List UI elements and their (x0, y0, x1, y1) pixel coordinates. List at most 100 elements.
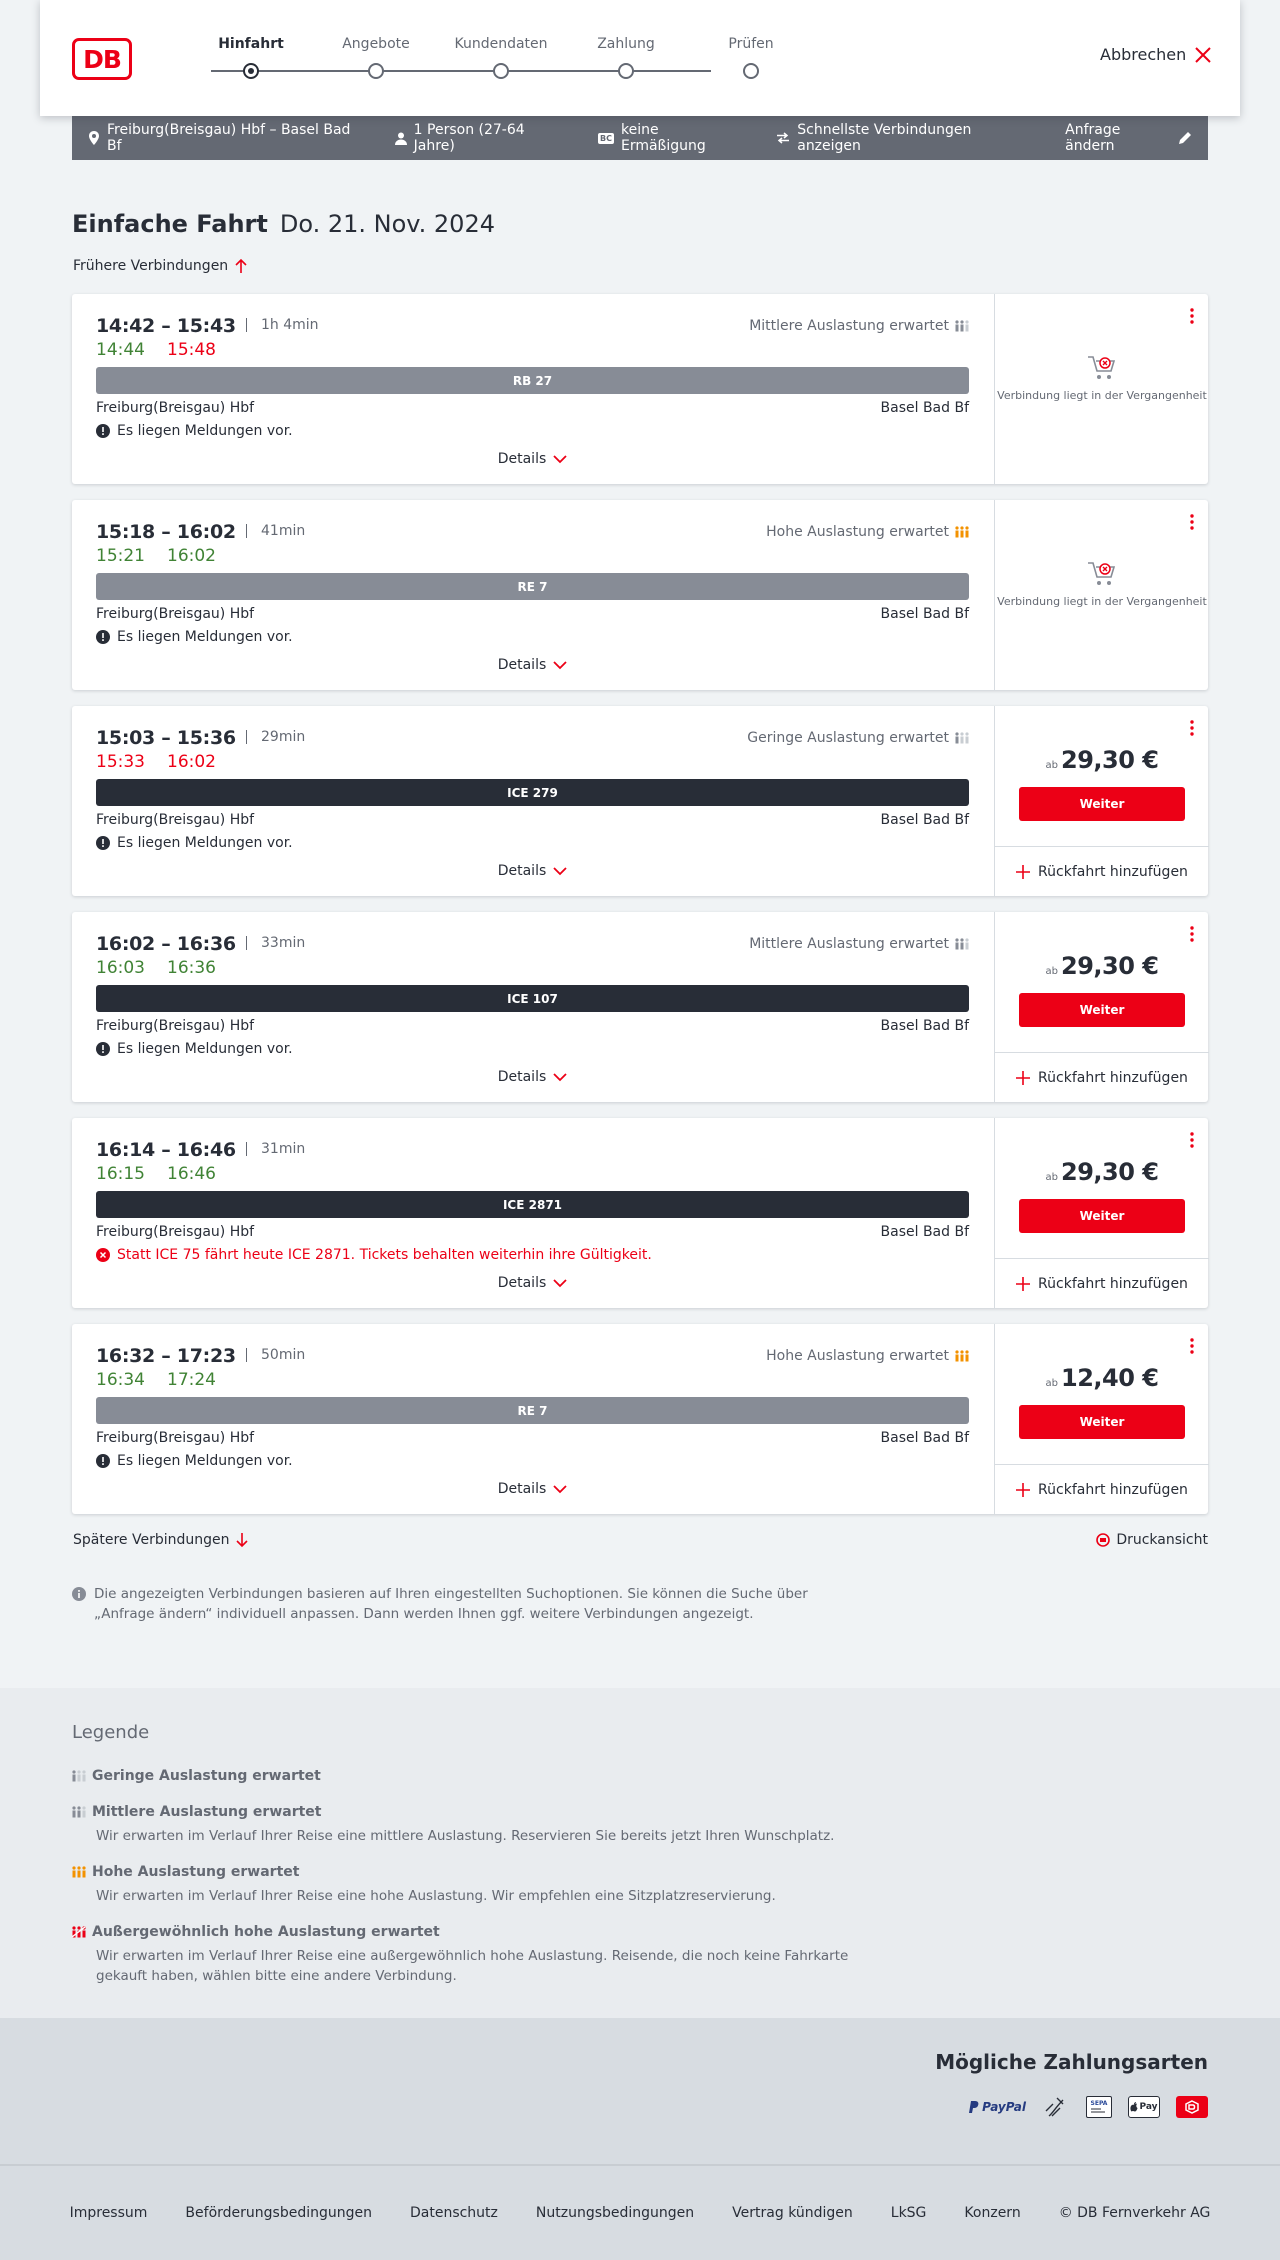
more-options-icon[interactable] (1190, 720, 1194, 736)
occupancy-info: Hohe Auslastung erwartet (766, 524, 969, 540)
step-dot (743, 63, 759, 79)
route-summary[interactable]: Freiburg(Breisgau) Hbf – Basel Bad Bf (88, 122, 363, 154)
chevron-down-icon (553, 660, 567, 669)
fastest-connections-toggle[interactable]: Schnellste Verbindungen anzeigen (776, 122, 1033, 154)
cancel-button[interactable]: Abbrechen (1100, 45, 1240, 64)
footer-link-impressum[interactable]: Impressum (70, 2205, 148, 2221)
fastest-text: Schnellste Verbindungen anzeigen (797, 122, 972, 154)
realtime-times: 15:21 16:02 (96, 546, 216, 566)
legend-item: Außergewöhnlich hohe Auslastung erwartet… (72, 1924, 852, 1986)
details-label: Details (497, 863, 547, 879)
close-icon (1195, 46, 1211, 63)
more-options-icon[interactable] (1190, 308, 1194, 324)
offer-panel: ab 29,30 € Weiter Rückfahrt hinzufügen (994, 1118, 1209, 1308)
planned-times: 16:14 – 16:46 (96, 1139, 236, 1161)
add-return-trip-button[interactable]: Rückfahrt hinzufügen (995, 1052, 1209, 1102)
connection-details: 16:14 – 16:46 31min 16:15 16:46 ICE 2871 Frei… (96, 1118, 969, 1308)
connection-card[interactable]: 14:42 – 15:43 1h 4min 14:44 15:48 Mittlere A… (72, 294, 1208, 484)
continue-button[interactable]: Weiter (1019, 1199, 1185, 1233)
pencil-icon (1179, 132, 1191, 144)
print-label: Druckansicht (1116, 1532, 1208, 1548)
connection-message: Es liegen Meldungen vor. (96, 1453, 293, 1469)
legend-item-title: Hohe Auslastung erwartet (72, 1864, 852, 1880)
details-toggle[interactable]: Details (96, 1481, 969, 1497)
realtime-arrival: 15:48 (167, 340, 216, 360)
details-toggle[interactable]: Details (96, 863, 969, 879)
train-bar[interactable]: ICE 107 (96, 985, 969, 1012)
stations: Freiburg(Breisgau) Hbf Basel Bad Bf (96, 400, 969, 416)
details-toggle[interactable]: Details (96, 657, 969, 673)
add-return-trip-button[interactable]: Rückfahrt hinzufügen (995, 1258, 1209, 1308)
connection-details: 15:18 – 16:02 41min 15:21 16:02 Hohe Auslast… (96, 500, 969, 690)
details-label: Details (497, 451, 547, 467)
duration: 31min (246, 1142, 305, 1156)
continue-button[interactable]: Weiter (1019, 993, 1185, 1027)
connection-card[interactable]: 16:32 – 17:23 50min 16:34 17:24 Hohe Auslast… (72, 1324, 1209, 1514)
price-prefix: ab (1045, 760, 1058, 771)
continue-button[interactable]: Weiter (1019, 787, 1185, 821)
stations: Freiburg(Breisgau) Hbf Basel Bad Bf (96, 1224, 969, 1240)
connection-message: Es liegen Meldungen vor. (96, 1041, 293, 1057)
discount-summary[interactable]: BC keine Ermäßigung (598, 122, 744, 154)
more-options-icon[interactable] (1190, 926, 1194, 942)
train-bar[interactable]: RE 7 (96, 1397, 969, 1424)
departure-station: Freiburg(Breisgau) Hbf (96, 1018, 255, 1034)
continue-button[interactable]: Weiter (1019, 1405, 1185, 1439)
price-display: ab 29,30 € (995, 1158, 1209, 1186)
price-prefix: ab (1045, 966, 1058, 977)
connection-card[interactable]: 16:14 – 16:46 31min 16:15 16:46 ICE 2871 Frei… (72, 1118, 1209, 1308)
step-dot (243, 63, 259, 79)
train-bar[interactable]: ICE 2871 (96, 1191, 969, 1218)
footer-link-lksg[interactable]: LkSG (891, 2205, 927, 2221)
duration: 1h 4min (246, 318, 319, 332)
more-options-icon[interactable] (1190, 1132, 1194, 1148)
change-request-label: Anfrage ändern (1065, 122, 1121, 154)
connection-card[interactable]: 15:18 – 16:02 41min 15:21 16:02 Hohe Auslast… (72, 500, 1208, 690)
details-toggle[interactable]: Details (96, 1069, 969, 1085)
train-bar[interactable]: ICE 279 (96, 779, 969, 806)
chevron-down-icon (553, 1278, 567, 1287)
connection-card[interactable]: 15:03 – 15:36 29min 15:33 16:02 Geringe Ausl… (72, 706, 1209, 896)
add-return-trip-button[interactable]: Rückfahrt hinzufügen (995, 1464, 1209, 1514)
departure-station: Freiburg(Breisgau) Hbf (96, 1224, 255, 1240)
footer-link-konzern[interactable]: Konzern (964, 2205, 1020, 2221)
applepay-icon: Pay (1128, 2096, 1160, 2118)
train-bar[interactable]: RE 7 (96, 573, 969, 600)
paypal-label: PayPal (982, 2100, 1026, 2114)
legend-description: Wir erwarten im Verlauf Ihrer Reise eine… (96, 1948, 849, 1984)
alert-icon (96, 630, 110, 644)
details-label: Details (497, 657, 547, 673)
footer-link-nutzungsbedingungen[interactable]: Nutzungsbedingungen (536, 2205, 694, 2221)
arrow-up-icon (235, 258, 247, 273)
passenger-summary[interactable]: 1 Person (27-64 Jahre) (394, 122, 566, 154)
more-options-icon[interactable] (1190, 514, 1194, 530)
step-pruefen: Prüfen (681, 0, 821, 79)
print-view-link[interactable]: Druckansicht (1096, 1532, 1208, 1548)
occupancy-text: Hohe Auslastung erwartet (766, 524, 949, 540)
price-display: ab 29,30 € (995, 952, 1209, 980)
offer-panel: ab 29,30 € Weiter Rückfahrt hinzufügen (994, 912, 1209, 1102)
price-prefix: ab (1045, 1172, 1058, 1183)
step-zahlung: Zahlung (556, 0, 696, 79)
legend-item-title: Außergewöhnlich hohe Auslastung erwartet (72, 1924, 852, 1940)
payment-icons: PayPal SEPA Pay (969, 2096, 1208, 2118)
error-icon (96, 1248, 110, 1262)
add-return-trip-button[interactable]: Rückfahrt hinzufügen (995, 846, 1209, 896)
more-options-icon[interactable] (1190, 1338, 1194, 1354)
db-logo[interactable]: DB (72, 38, 132, 80)
train-bar[interactable]: RB 27 (96, 367, 969, 394)
legend-item-title: Mittlere Auslastung erwartet (72, 1804, 852, 1820)
planned-times: 16:02 – 16:36 (96, 933, 236, 955)
footer-link-vertrag-kuendigen[interactable]: Vertrag kündigen (732, 2205, 853, 2221)
arrival-station: Basel Bad Bf (880, 1224, 969, 1240)
details-toggle[interactable]: Details (96, 1275, 969, 1291)
earlier-connections-link[interactable]: Frühere Verbindungen (73, 258, 248, 274)
footer-link-datenschutz[interactable]: Datenschutz (410, 2205, 498, 2221)
details-toggle[interactable]: Details (96, 451, 969, 467)
footer-link-befoerderungsbedingungen[interactable]: Beförderungsbedingungen (185, 2205, 372, 2221)
offer-panel: Verbindung liegt in der Vergangenheit (994, 294, 1208, 484)
connection-card[interactable]: 16:02 – 16:36 33min 16:03 16:36 Mittlere Aus… (72, 912, 1209, 1102)
step-indicator: Hinfahrt Angebote Kundendaten Zahlung Pr… (181, 0, 774, 116)
change-request-button[interactable]: Anfrage ändern (1065, 122, 1192, 154)
later-connections-link[interactable]: Spätere Verbindungen (73, 1532, 249, 1548)
